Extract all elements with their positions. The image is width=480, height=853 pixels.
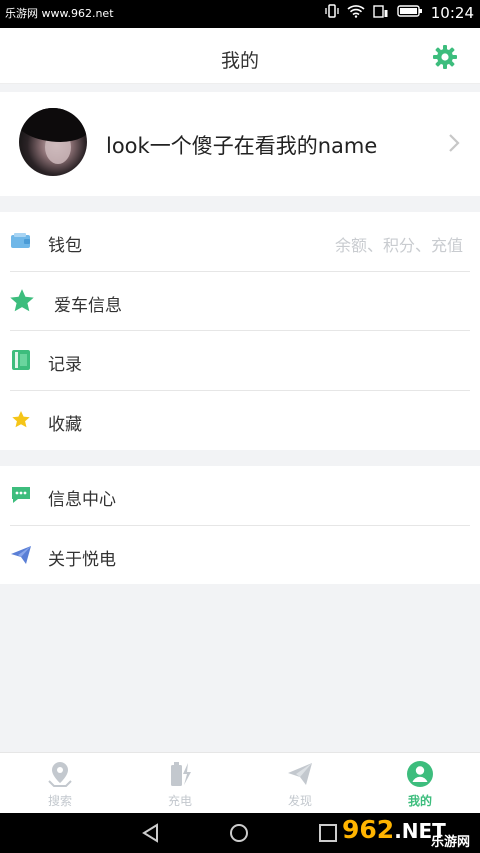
menu-item-about[interactable]: 关于悦电	[0, 526, 480, 586]
menu-label-message-center: 信息中心	[48, 490, 116, 510]
page-title: 我的	[220, 50, 259, 72]
user-icon	[407, 761, 433, 787]
top-app-bar: 我的	[0, 28, 480, 84]
tab-label-discover: 发现	[287, 794, 312, 808]
battery-icon	[397, 4, 423, 22]
paper-plane-icon	[11, 545, 31, 564]
menu-item-records[interactable]: 记录	[0, 331, 480, 391]
clock-time: 10:24	[430, 4, 474, 22]
paper-plane-icon	[288, 763, 312, 785]
profile-name: look一个傻子在看我的name	[106, 134, 378, 158]
menu-group-main: 钱包 余额、积分、充值 爱车信息 记录 收藏	[0, 212, 480, 450]
battery-charge-icon	[171, 762, 191, 786]
watermark-logo-text: 乐游网	[430, 835, 470, 850]
menu-label-records: 记录	[48, 355, 82, 375]
home-icon[interactable]	[228, 823, 250, 843]
tab-label-search: 搜索	[47, 794, 72, 808]
watermark-logo: 962.NET 乐游网	[342, 815, 472, 851]
menu-item-car-info[interactable]: 爱车信息	[0, 272, 480, 331]
tab-discover[interactable]: 发现	[240, 753, 360, 813]
status-icons: 10:24	[325, 4, 474, 22]
tab-charge[interactable]: 充电	[120, 753, 240, 813]
profile-card[interactable]: look一个傻子在看我的name	[0, 92, 480, 196]
menu-label-favorites: 收藏	[48, 414, 82, 435]
star-icon	[10, 288, 34, 311]
avatar[interactable]	[19, 108, 87, 176]
menu-item-message-center[interactable]: 信息中心	[0, 466, 480, 526]
watermark-text: 乐游网 www.962.net	[3, 5, 116, 21]
menu-label-wallet: 钱包	[48, 236, 82, 256]
status-bar: 乐游网 www.962.net 10:24	[0, 0, 480, 28]
wallet-icon	[11, 233, 30, 248]
recents-icon[interactable]	[318, 823, 338, 843]
bottom-tab-bar: 搜索 充电 发现 我的	[0, 752, 480, 813]
menu-item-wallet[interactable]: 钱包 余额、积分、充值	[0, 212, 480, 272]
menu-label-about: 关于悦电	[48, 549, 116, 570]
menu-item-favorites[interactable]: 收藏	[0, 391, 480, 451]
menu-group-secondary: 信息中心 关于悦电	[0, 466, 480, 584]
tab-label-mine: 我的	[407, 794, 432, 808]
tab-mine[interactable]: 我的	[360, 753, 480, 813]
tab-label-charge: 充电	[167, 794, 192, 808]
favorite-star-icon	[12, 410, 30, 427]
system-nav-bar: 962.NET 乐游网	[0, 813, 480, 853]
chevron-right-icon	[449, 134, 460, 152]
wifi-icon	[347, 4, 365, 22]
signal-icon	[373, 4, 389, 22]
tab-search[interactable]: 搜索	[0, 753, 120, 813]
map-pin-icon	[48, 762, 72, 787]
notebook-icon	[12, 350, 30, 370]
wallet-hint: 余额、积分、充值	[334, 236, 463, 255]
vibrate-icon	[325, 4, 339, 22]
back-icon[interactable]	[140, 823, 162, 843]
gear-icon[interactable]	[432, 44, 458, 70]
message-icon	[12, 487, 30, 503]
menu-label-car-info: 爱车信息	[54, 295, 122, 316]
